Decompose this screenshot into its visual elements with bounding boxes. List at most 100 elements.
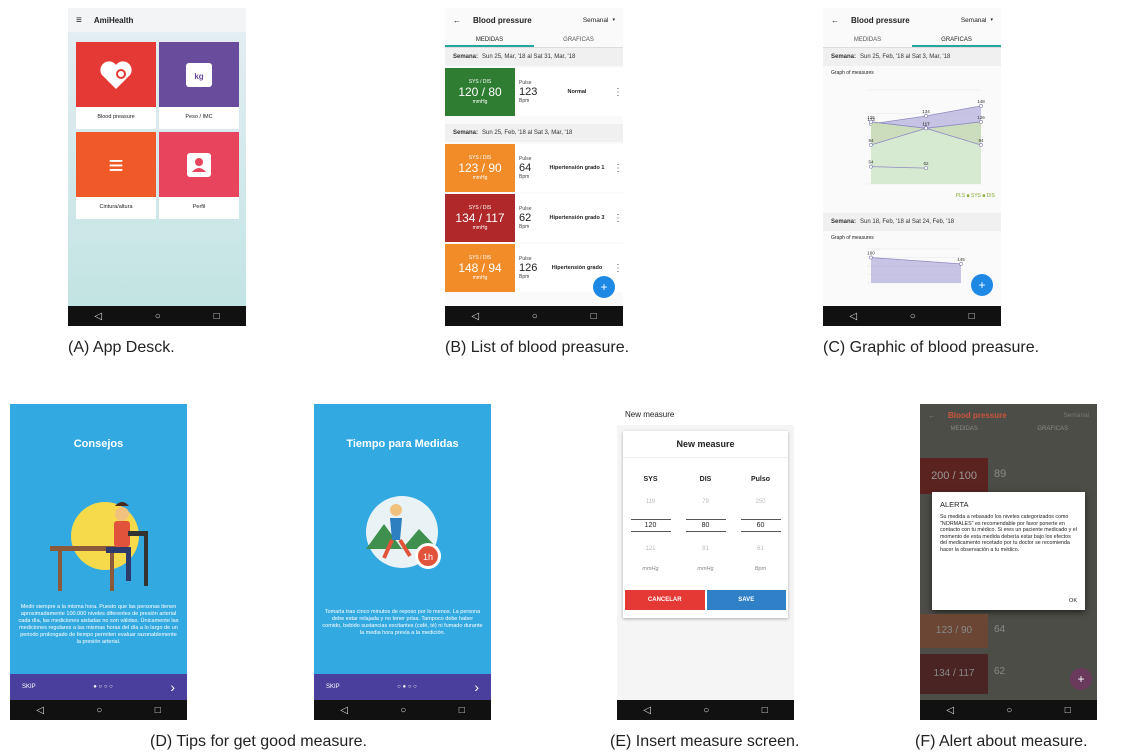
- dis-column-header: DIS: [699, 476, 712, 483]
- android-nav-bar: ◁ ○ □: [10, 700, 187, 720]
- back-arrow-icon[interactable]: ←: [831, 16, 839, 25]
- data-label: 126: [867, 115, 875, 120]
- tab-graficas[interactable]: GRAFICAS: [1009, 426, 1098, 440]
- data-point: [979, 143, 983, 147]
- tile-waist-height[interactable]: ≡ Cintura/altura: [76, 132, 156, 219]
- recent-nav-icon[interactable]: □: [1065, 705, 1071, 716]
- pulse-picker[interactable]: 60: [740, 519, 781, 532]
- dis-next-value[interactable]: 81: [678, 546, 733, 552]
- skip-button[interactable]: SKIP: [326, 684, 340, 690]
- tip-footer: SKIP ● ○ ○ ○ ›: [10, 674, 187, 700]
- data-point: [869, 255, 873, 260]
- tab-medidas[interactable]: MEDIDAS: [445, 32, 534, 47]
- screen-alert: ← Blood pressure Semanal MEDIDAS GRAFICA…: [920, 404, 1097, 720]
- tile-blood-pressure[interactable]: Blood preasure: [76, 42, 156, 129]
- period-dropdown[interactable]: Semanal: [583, 17, 609, 24]
- more-options-icon[interactable]: ⋮: [613, 263, 623, 274]
- home-nav-icon[interactable]: ○: [96, 705, 102, 716]
- sys-next-value[interactable]: 121: [623, 546, 678, 552]
- ok-button[interactable]: OK: [1069, 598, 1077, 604]
- dimmed-record: 123 / 90 64: [920, 614, 1097, 648]
- sys-picker[interactable]: 120: [630, 519, 671, 532]
- week-header: Semana: Sun 25, Feb, '18 al Sat 3, Mar, '…: [445, 124, 623, 142]
- bp-value-box: SYS / DIS 148 / 94 mmHg: [445, 244, 515, 292]
- dropdown-arrow-icon[interactable]: ▾: [612, 17, 615, 23]
- next-arrow-button[interactable]: ›: [170, 679, 175, 695]
- profile-icon: [187, 152, 211, 177]
- add-measure-button[interactable]: +: [593, 276, 615, 298]
- home-nav-icon[interactable]: ○: [400, 705, 406, 716]
- measure-record[interactable]: SYS / DIS 120 / 80 mmHg Pulse 123 Bpm Normal ⋮: [445, 68, 623, 116]
- week-header: Semana: Sun 18, Feb, '18 al Sat 24, Feb, …: [823, 213, 1001, 231]
- data-point: [869, 143, 873, 147]
- alert-message: Su medida a rebasado los niveles categor…: [940, 514, 1077, 553]
- data-point: [924, 114, 928, 118]
- tip-footer: SKIP ○ ● ○ ○ ›: [314, 674, 491, 700]
- data-label: 126: [977, 115, 985, 120]
- add-measure-button[interactable]: +: [1070, 668, 1092, 690]
- save-button[interactable]: SAVE: [706, 590, 786, 610]
- tile-label: Peso / IMC: [185, 114, 213, 120]
- bp-value: 134 / 117: [455, 211, 505, 225]
- tab-medidas[interactable]: MEDIDAS: [823, 32, 912, 47]
- period-dropdown[interactable]: Semanal: [961, 17, 987, 24]
- back-nav-icon[interactable]: ◁: [36, 705, 44, 716]
- more-options-icon[interactable]: ⋮: [613, 213, 623, 224]
- week-header: Semana: Sun 25, Mar, '18 al Sat 31, Mar, …: [445, 48, 623, 66]
- next-arrow-button[interactable]: ›: [474, 679, 479, 695]
- back-nav-icon[interactable]: ◁: [643, 705, 651, 716]
- tile-profile[interactable]: Perfil: [159, 132, 239, 219]
- more-options-icon[interactable]: ⋮: [613, 163, 623, 174]
- recent-nav-icon[interactable]: □: [591, 311, 597, 322]
- recent-nav-icon[interactable]: □: [459, 705, 465, 716]
- person-desk-illustration: [50, 502, 148, 591]
- back-nav-icon[interactable]: ◁: [471, 311, 479, 322]
- hamburger-menu-icon[interactable]: ≡: [76, 15, 82, 26]
- tab-graficas[interactable]: GRAFICAS: [534, 32, 623, 47]
- home-nav-icon[interactable]: ○: [155, 311, 161, 322]
- status-label: Normal: [567, 89, 587, 95]
- pulse-prev-value[interactable]: 250: [733, 499, 788, 505]
- tip-title: Consejos: [73, 438, 124, 450]
- android-nav-bar: ◁ ○ □: [920, 700, 1097, 720]
- data-label: 94: [978, 138, 984, 143]
- tile-weight[interactable]: kg Peso / IMC: [159, 42, 239, 129]
- bp-value-box: SYS / DIS 134 / 117 mmHg: [445, 194, 515, 242]
- home-nav-icon[interactable]: ○: [703, 705, 709, 716]
- measure-record[interactable]: SYS / DIS 123 / 90 mmHg Pulse 64 Bpm Hipertens…: [445, 144, 623, 192]
- bp-value: 120 / 80: [458, 85, 502, 99]
- pulse-next-value[interactable]: 61: [733, 546, 788, 552]
- home-nav-icon[interactable]: ○: [532, 311, 538, 322]
- tab-graficas[interactable]: GRAFICAS: [912, 32, 1001, 47]
- recent-nav-icon[interactable]: □: [762, 705, 768, 716]
- measure-record[interactable]: SYS / DIS 134 / 117 mmHg Pulse 62 Bpm Hiperten…: [445, 194, 623, 242]
- period-dropdown[interactable]: Semanal: [1063, 412, 1089, 419]
- back-nav-icon[interactable]: ◁: [946, 705, 954, 716]
- recent-nav-icon[interactable]: □: [155, 705, 161, 716]
- dis-picker[interactable]: 80: [685, 519, 726, 532]
- tab-medidas[interactable]: MEDIDAS: [920, 426, 1009, 440]
- sys-prev-value[interactable]: 119: [623, 499, 678, 505]
- home-nav-icon[interactable]: ○: [1006, 705, 1012, 716]
- dis-prev-value[interactable]: 79: [678, 499, 733, 505]
- recent-nav-icon[interactable]: □: [214, 311, 220, 322]
- back-arrow-icon[interactable]: ←: [453, 16, 461, 25]
- caption-f: (F) Alert about measure.: [915, 733, 1088, 750]
- more-options-icon[interactable]: ⋮: [613, 87, 623, 98]
- data-point: [869, 164, 873, 169]
- add-measure-button[interactable]: +: [971, 274, 993, 296]
- data-label: 64: [868, 160, 874, 165]
- bp-value: 123 / 90: [458, 161, 502, 175]
- cancel-button[interactable]: CANCELAR: [625, 590, 705, 610]
- back-arrow-icon[interactable]: ←: [928, 411, 936, 420]
- back-nav-icon[interactable]: ◁: [340, 705, 348, 716]
- home-nav-icon[interactable]: ○: [910, 311, 916, 322]
- page-indicator: ● ○ ○ ○: [93, 684, 113, 690]
- back-nav-icon[interactable]: ◁: [849, 311, 857, 322]
- dropdown-arrow-icon[interactable]: ▾: [990, 17, 993, 23]
- back-nav-icon[interactable]: ◁: [94, 311, 102, 322]
- data-point: [959, 261, 963, 266]
- recent-nav-icon[interactable]: □: [969, 311, 975, 322]
- data-point: [869, 119, 873, 124]
- skip-button[interactable]: SKIP: [22, 684, 36, 690]
